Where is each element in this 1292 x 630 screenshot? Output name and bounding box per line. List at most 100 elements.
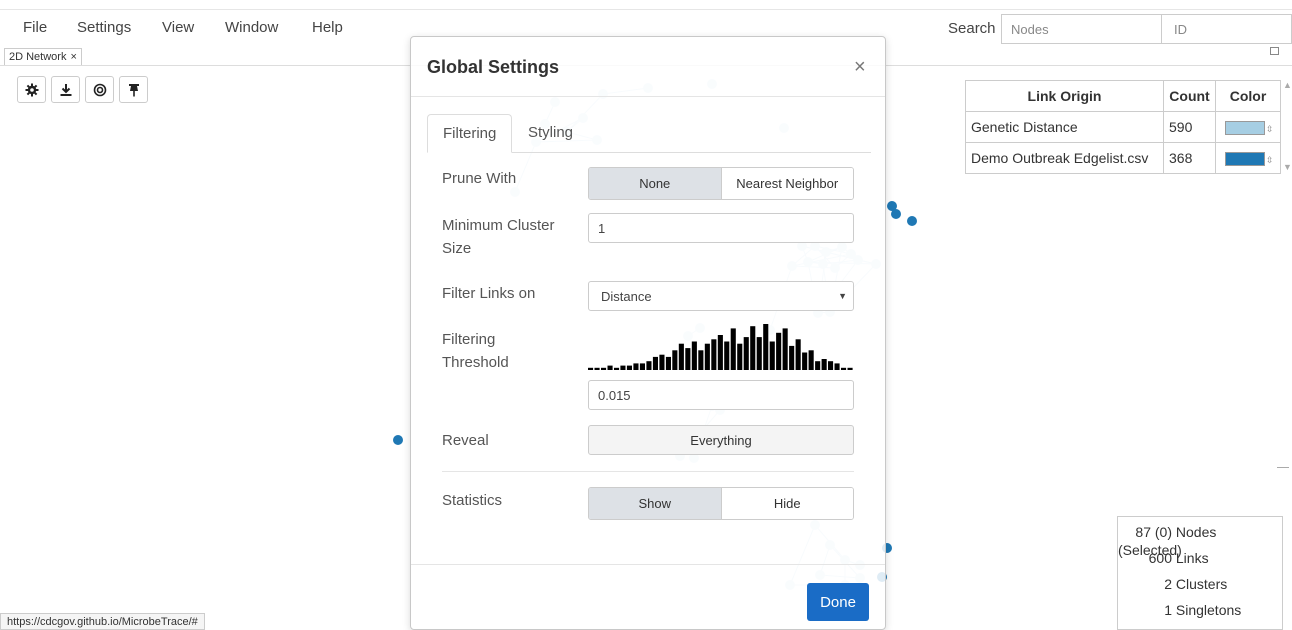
network-node[interactable] [907, 216, 917, 226]
histogram-bar [717, 335, 723, 370]
prune-with-label: Prune With [442, 170, 517, 187]
stat-singletons: 1 Singletons [1164, 602, 1242, 618]
search-nodes-input[interactable] [1001, 14, 1161, 44]
export-button[interactable] [51, 76, 80, 103]
table-row: Genetic Distance 590 ⇳ [965, 111, 1281, 143]
chevron-down-icon: ▼ [838, 291, 847, 301]
link-origin-cell: Demo Outbreak Edgelist.csv [965, 142, 1164, 174]
threshold-histogram[interactable] [588, 320, 854, 370]
histogram-bar [665, 356, 671, 370]
menu-view[interactable]: View [162, 19, 194, 36]
tab-filtering[interactable]: Filtering [427, 114, 513, 153]
divider [1277, 467, 1289, 468]
histogram-bar [730, 328, 736, 370]
filtering-threshold-label: Filtering Threshold [442, 331, 509, 371]
histogram-bar [607, 365, 613, 370]
spinner-icon[interactable]: ⇳ [1266, 155, 1274, 165]
histogram-bar [847, 367, 853, 370]
histogram-bar [588, 367, 594, 370]
prune-nearest-neighbor-button[interactable]: Nearest Neighbor [720, 168, 853, 199]
histogram-bar [756, 337, 762, 370]
histogram-bar [633, 363, 639, 370]
histogram-bar [802, 352, 808, 370]
table-header-row: Link Origin Count Color [965, 80, 1281, 112]
menu-settings[interactable]: Settings [77, 19, 131, 36]
filter-links-select[interactable]: Distance ▼ [588, 281, 854, 311]
search-id-input[interactable] [1161, 14, 1292, 44]
statistics-show-button[interactable]: Show [589, 488, 721, 519]
settings-button[interactable] [17, 76, 46, 103]
table-row: Demo Outbreak Edgelist.csv 368 ⇳ [965, 142, 1281, 174]
status-url: https://cdcgov.github.io/MicrobeTrace/# [0, 613, 205, 630]
histogram-bar [821, 359, 827, 370]
statistics-toggle: Show Hide [588, 487, 854, 520]
histogram-bar [808, 350, 814, 370]
histogram-bar [763, 324, 769, 370]
filter-links-value: Distance [601, 288, 652, 304]
histogram-bar [594, 367, 600, 370]
search-label: Search [948, 20, 996, 37]
pin-button[interactable] [119, 76, 148, 103]
download-icon [60, 83, 71, 96]
done-button[interactable]: Done [807, 583, 869, 621]
network-node[interactable] [891, 209, 901, 219]
stat-clusters: 2 Clusters [1164, 576, 1228, 592]
link-count-cell: 590 [1163, 111, 1216, 143]
center-button[interactable] [85, 76, 114, 103]
histogram-bar [782, 328, 788, 370]
pin-icon [128, 83, 139, 96]
divider [442, 471, 854, 472]
close-icon[interactable]: × [854, 56, 866, 79]
tab-2d-network[interactable]: 2D Network × [4, 48, 82, 65]
menu-file[interactable]: File [23, 19, 47, 36]
color-swatch[interactable] [1225, 152, 1265, 167]
histogram-bar [743, 337, 749, 370]
reveal-everything-button[interactable]: Everything [588, 425, 854, 455]
maximize-icon[interactable] [1270, 47, 1279, 55]
prune-with-toggle: None Nearest Neighbor [588, 167, 854, 200]
histogram-bar [685, 348, 691, 370]
min-cluster-size-input[interactable] [588, 213, 854, 243]
menu-window[interactable]: Window [225, 19, 278, 36]
divider [411, 564, 885, 565]
filter-links-label: Filter Links on [442, 285, 536, 302]
histogram-bar [646, 361, 652, 370]
statistics-hide-button[interactable]: Hide [720, 488, 853, 519]
histogram-bar [678, 343, 684, 370]
column-header: Link Origin [965, 80, 1164, 112]
modal-title: Global Settings [427, 57, 560, 77]
color-swatch[interactable] [1225, 121, 1265, 136]
gear-icon [25, 83, 38, 96]
histogram-bar [601, 367, 607, 370]
histogram-bar [698, 350, 704, 370]
prune-none-button[interactable]: None [589, 168, 721, 199]
histogram-bar [691, 341, 697, 370]
histogram-bar [711, 339, 717, 370]
histogram-bar [789, 345, 795, 370]
histogram-bar [672, 350, 678, 370]
histogram-bar [639, 363, 645, 370]
histogram-bar [776, 332, 782, 370]
statistics-label: Statistics [442, 492, 503, 509]
link-color-cell: ⇳ [1215, 111, 1281, 143]
network-node[interactable] [393, 435, 403, 445]
scroll-down-icon[interactable]: ▼ [1283, 162, 1292, 172]
histogram-bar [659, 354, 665, 370]
global-settings-modal: Global Settings × Filtering Styling Prun… [410, 36, 886, 630]
tab-label: 2D Network [9, 51, 67, 63]
histogram-bar [834, 363, 840, 370]
stat-links: 600 Links [1148, 550, 1209, 566]
reveal-label: Reveal [442, 432, 489, 449]
spinner-icon[interactable]: ⇳ [1266, 124, 1274, 134]
histogram-bar [769, 341, 775, 370]
tab-close-icon[interactable]: × [70, 51, 76, 63]
column-header: Count [1163, 80, 1216, 112]
stat-nodes: 87 (0) Nodes (Selected) [1118, 524, 1217, 558]
filtering-threshold-input[interactable] [588, 380, 854, 410]
histogram-bar [815, 361, 821, 370]
menu-help[interactable]: Help [312, 19, 343, 36]
tab-styling[interactable]: Styling [513, 114, 588, 153]
target-icon [93, 83, 106, 96]
scroll-up-icon[interactable]: ▲ [1283, 80, 1292, 90]
link-color-cell: ⇳ [1215, 142, 1281, 174]
